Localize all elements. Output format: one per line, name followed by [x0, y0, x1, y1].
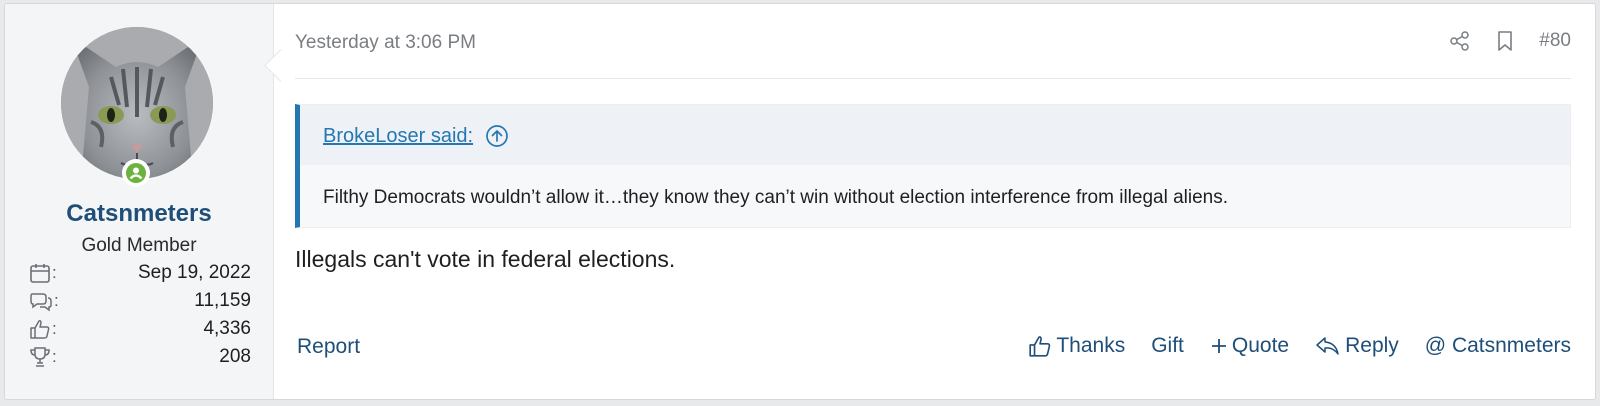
reactions-icon: : [29, 318, 57, 340]
quote-label: Quote [1231, 334, 1290, 357]
username[interactable]: Catsnmeters [5, 200, 273, 228]
quote-block: BrokeLoser said: Filthy Democrats wouldn… [295, 104, 1571, 228]
plus-icon [1210, 337, 1228, 355]
stat-messages: : 11,159 [29, 288, 251, 314]
quote-author-text: BrokeLoser said: [323, 124, 474, 147]
thanks-label: Thanks [1056, 334, 1126, 357]
user-avatar[interactable] [61, 27, 213, 179]
mention-button[interactable]: @ Catsnmeters [1425, 334, 1571, 358]
quote-button[interactable]: Quote [1210, 334, 1289, 358]
share-icon[interactable] [1449, 30, 1471, 52]
quote-author-link[interactable]: BrokeLoser said: [323, 124, 509, 148]
trophy-icon: : [29, 346, 57, 368]
post-date[interactable]: Yesterday at 3:06 PM [295, 32, 476, 54]
stat-trophies: : 208 [29, 344, 251, 370]
reply-label: Reply [1345, 334, 1399, 357]
user-title: Gold Member [81, 235, 197, 256]
header-divider [295, 78, 1571, 79]
post-body: Illegals can't vote in federal elections… [295, 246, 676, 272]
mention-label: @ Catsnmeters [1424, 334, 1571, 357]
post-footer-actions: Thanks Gift Quote Reply @ Catsnmeters [1002, 334, 1571, 358]
quote-header: BrokeLoser said: [300, 105, 1570, 165]
post-number[interactable]: #80 [1539, 30, 1571, 52]
gift-label: Gift [1151, 334, 1184, 357]
online-status-icon [122, 159, 150, 187]
calendar-icon: : [29, 262, 57, 284]
thumbs-up-icon [1028, 334, 1052, 358]
gift-button[interactable]: Gift [1151, 334, 1184, 358]
stat-joined: : Sep 19, 2022 [29, 260, 251, 286]
jump-to-quote-icon[interactable] [485, 124, 509, 148]
stat-joined-value: Sep 19, 2022 [137, 262, 251, 283]
reply-arrow-icon [1315, 335, 1341, 357]
cat-avatar-image [61, 27, 213, 179]
quote-text: Filthy Democrats wouldn’t allow it…they … [323, 187, 1229, 208]
stat-reactions-value: 4,336 [203, 318, 251, 339]
report-link[interactable]: Report [297, 335, 360, 359]
user-info-panel: Catsnmeters Gold Member : Sep 19, 2022 :… [5, 4, 274, 399]
reply-button[interactable]: Reply [1315, 334, 1399, 358]
messages-icon: : [29, 290, 59, 312]
stat-messages-value: 11,159 [194, 290, 251, 311]
forum-post: Catsnmeters Gold Member : Sep 19, 2022 :… [4, 3, 1596, 400]
bookmark-icon[interactable] [1495, 30, 1515, 52]
post-main: Yesterday at 3:06 PM #80 BrokeLoser said… [273, 4, 1595, 399]
stat-trophies-value: 208 [219, 346, 251, 367]
stat-reactions: : 4,336 [29, 316, 251, 342]
thanks-button[interactable]: Thanks [1028, 334, 1125, 358]
post-header-actions: #80 [1425, 30, 1571, 52]
